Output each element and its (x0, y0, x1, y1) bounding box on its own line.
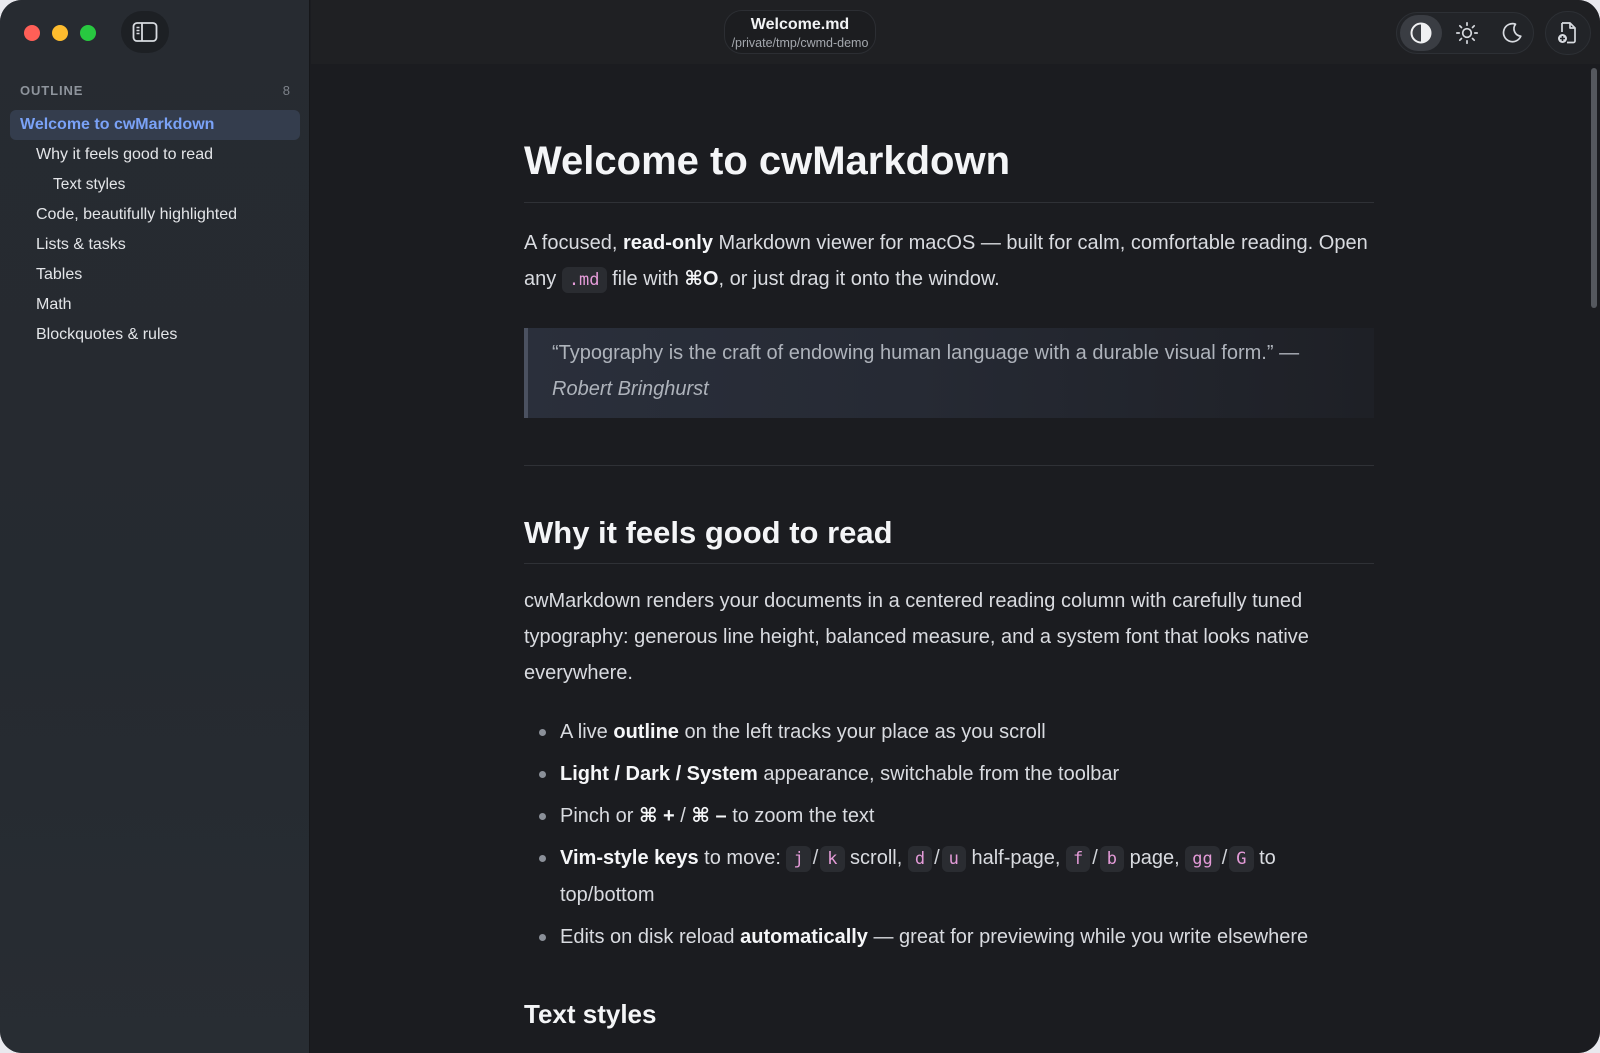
sun-icon (1455, 21, 1478, 45)
intro-bold-shortcut: ⌘O (684, 268, 719, 290)
reading-paragraph: cwMarkdown renders your documents in a c… (524, 590, 1309, 684)
quote-author: Robert Bringhurst (552, 378, 709, 400)
list-item: Edits on disk reload automatically — gre… (524, 919, 1374, 955)
intro-text: file with (606, 268, 685, 290)
inline-code-key: G (1229, 846, 1254, 872)
outline-item-blockquotes-rules[interactable]: Blockquotes & rules (10, 320, 300, 350)
list-text: scroll, (844, 847, 908, 869)
key-separator: / (934, 847, 940, 869)
blockquote: “Typography is the craft of endowing hum… (524, 328, 1374, 418)
key-separator: / (1092, 847, 1098, 869)
heading-why-it-feels-good: Why it feels good to read (524, 513, 1374, 564)
inline-code-key: u (941, 846, 966, 872)
intro-text: , or just drag it onto the window. (718, 268, 1000, 290)
list-bold: automatically (740, 926, 868, 948)
appearance-switcher (1396, 12, 1534, 54)
list-text: page, (1124, 847, 1186, 869)
inline-code-key: gg (1185, 846, 1220, 872)
file-name: Welcome.md (750, 16, 850, 33)
app-window: OUTLINE 8 Welcome to cwMarkdown Why it f… (0, 0, 1600, 1053)
moon-icon (1502, 22, 1522, 43)
inline-code-md: .md (561, 267, 607, 293)
outline-item-lists-tasks[interactable]: Lists & tasks (10, 230, 300, 260)
document-title[interactable]: Welcome.md /private/tmp/cwmd-demo (724, 10, 876, 54)
outline-list: Welcome to cwMarkdown Why it feels good … (10, 110, 300, 350)
outline-item-why-it-feels-good[interactable]: Why it feels good to read (10, 140, 300, 170)
list-text: Edits on disk reload (560, 926, 741, 948)
intro-paragraph: A focused, read-only Markdown viewer for… (524, 225, 1374, 298)
outline-header: OUTLINE 8 (20, 83, 290, 98)
outline-item-welcome[interactable]: Welcome to cwMarkdown (10, 110, 300, 140)
list-bold: Light / Dark / System (560, 763, 758, 785)
sidebar-toggle-button[interactable] (121, 11, 169, 53)
intro-bold-read-only: read-only (622, 232, 713, 254)
inline-code-key: k (820, 846, 845, 872)
outline-label: OUTLINE (20, 83, 84, 98)
horizontal-rule (524, 465, 1374, 466)
appearance-dark-button[interactable] (1491, 15, 1533, 51)
list-text: to zoom the text (726, 805, 875, 827)
list-bold: Vim-style keys (560, 847, 699, 869)
inline-code-key: f (1065, 846, 1091, 872)
outline-item-text-styles[interactable]: Text styles (10, 170, 300, 200)
outline-item-math[interactable]: Math (10, 290, 300, 320)
list-text: A live (560, 721, 614, 743)
list-bold: ⌘ + (638, 805, 675, 827)
document-view[interactable]: Welcome to cwMarkdown A focused, read-on… (311, 64, 1600, 1053)
list-text: half-page, (965, 847, 1066, 869)
list-item: Pinch or ⌘ + / ⌘ – to zoom the text (524, 798, 1374, 834)
list-text: appearance, switchable from the toolbar (757, 763, 1120, 785)
close-window-button[interactable] (24, 25, 40, 41)
list-text: — great for previewing while you write e… (867, 926, 1309, 948)
quote-text: “Typography is the craft of endowing hum… (552, 342, 1300, 364)
window-controls (24, 25, 96, 41)
list-bold: ⌘ – (691, 805, 727, 827)
scrollbar-thumb[interactable] (1591, 68, 1597, 308)
key-separator: / (1221, 847, 1228, 869)
list-text: to move: (698, 847, 787, 869)
minimize-window-button[interactable] (52, 25, 68, 41)
list-text: Pinch or (560, 805, 639, 827)
heading-welcome: Welcome to cwMarkdown (524, 136, 1374, 203)
sidebar: OUTLINE 8 Welcome to cwMarkdown Why it f… (0, 0, 310, 1053)
list-item: A live outline on the left tracks your p… (524, 714, 1374, 750)
list-text: on the left tracks your place as you scr… (678, 721, 1046, 743)
appearance-light-button[interactable] (1446, 15, 1488, 51)
heading-text-styles: Text styles (524, 999, 657, 1029)
key-separator: / (812, 847, 819, 869)
list-item: Vim-style keys to move: j / k scroll, d / u … (524, 840, 1374, 913)
contrast-icon (1410, 22, 1432, 44)
outline-item-tables[interactable]: Tables (10, 260, 300, 290)
list-text: / (674, 805, 692, 827)
outline-item-code[interactable]: Code, beautifully highlighted (10, 200, 300, 230)
sidebar-toggle-icon (132, 22, 158, 42)
inline-code-key: j (786, 846, 811, 872)
list-item: Light / Dark / System appearance, switch… (524, 756, 1374, 792)
open-file-icon (1558, 22, 1576, 44)
file-path: /private/tmp/cwmd-demo (731, 36, 869, 50)
open-file-button[interactable] (1545, 11, 1591, 55)
inline-code-key: b (1099, 846, 1125, 872)
intro-text: A focused, (524, 232, 623, 254)
list-bold: outline (613, 721, 679, 743)
zoom-window-button[interactable] (80, 25, 96, 41)
feature-list: A live outline on the left tracks your p… (524, 714, 1374, 961)
appearance-system-button[interactable] (1400, 15, 1442, 51)
outline-count: 8 (282, 83, 290, 98)
inline-code-key: d (907, 846, 933, 872)
